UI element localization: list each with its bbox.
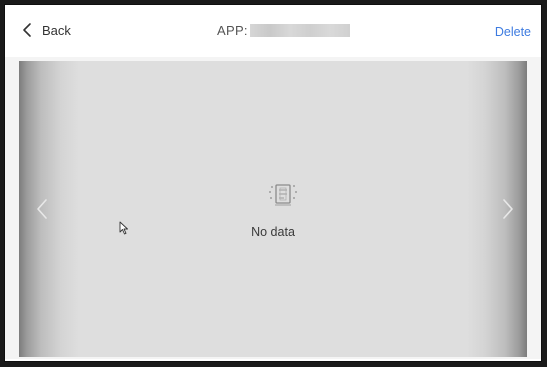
- content-carousel: No data: [19, 61, 527, 357]
- mouse-pointer-icon: [119, 221, 129, 235]
- chevron-left-icon: [20, 20, 34, 40]
- bottom-strip: [5, 359, 541, 361]
- empty-state-text: No data: [251, 225, 295, 239]
- title-prefix: APP:: [217, 23, 248, 38]
- page-title: APP:: [217, 23, 350, 38]
- empty-document-icon: [263, 177, 303, 213]
- redacted-app-name: [249, 24, 350, 37]
- header-bar: Back APP: Delete: [5, 5, 541, 57]
- back-label: Back: [42, 22, 71, 38]
- back-button[interactable]: Back: [20, 19, 71, 41]
- next-arrow-icon[interactable]: [501, 197, 515, 221]
- prev-arrow-icon[interactable]: [35, 197, 49, 221]
- delete-button[interactable]: Delete: [495, 25, 531, 39]
- app-screen: Back APP: Delete No data: [4, 4, 542, 362]
